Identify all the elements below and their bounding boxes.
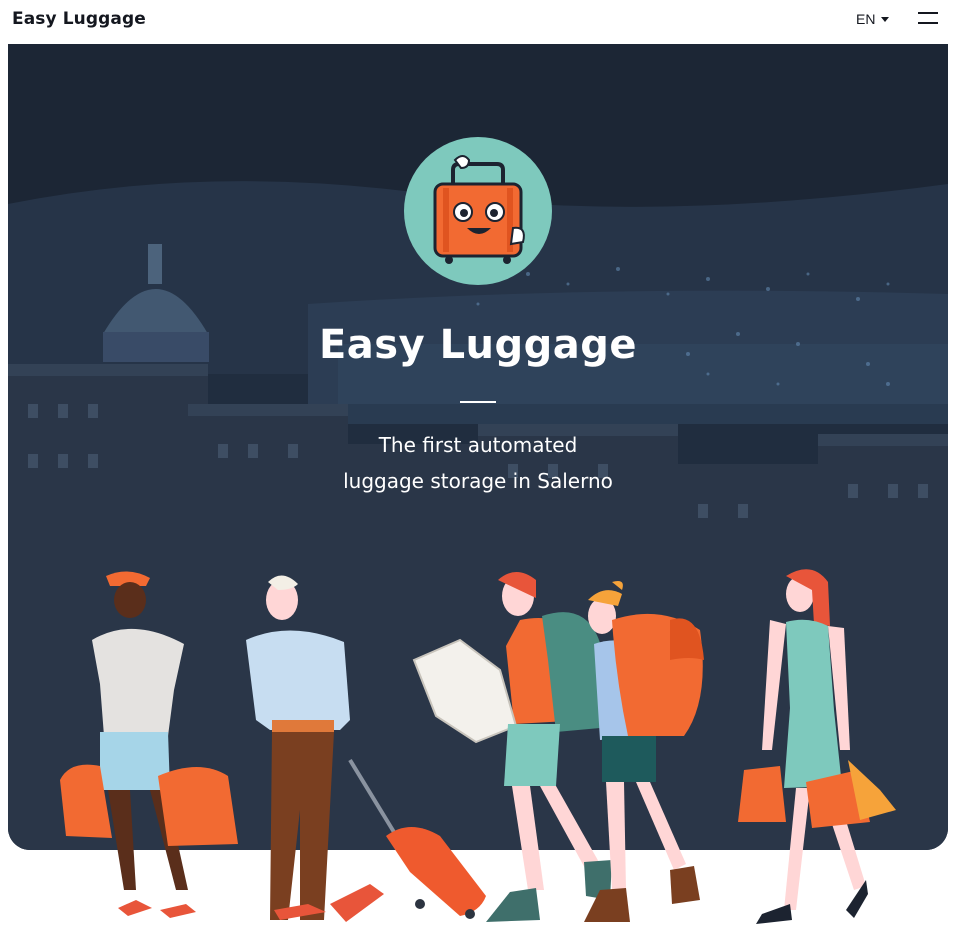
travelers-illustration [60, 569, 896, 924]
language-selector[interactable]: EN [856, 11, 890, 27]
traveler-with-handbags [738, 569, 896, 924]
suitcase-mascot-icon [404, 137, 552, 285]
tagline-line-1: The first automated [378, 433, 578, 457]
brand-logo-text[interactable]: Easy Luggage [12, 9, 146, 29]
hero-tagline: The first automated luggage storage in S… [8, 427, 948, 499]
hamburger-menu-icon[interactable] [918, 11, 938, 25]
hero-title: Easy Luggage [318, 322, 638, 368]
language-label: EN [856, 11, 876, 27]
tagline-line-2: luggage storage in Salerno [343, 469, 613, 493]
chevron-down-icon [881, 16, 890, 22]
title-divider [460, 401, 496, 403]
top-navigation-bar: Easy Luggage EN [0, 0, 956, 44]
traveler-with-rolling-case [246, 575, 486, 922]
traveler-with-bags [60, 571, 238, 918]
